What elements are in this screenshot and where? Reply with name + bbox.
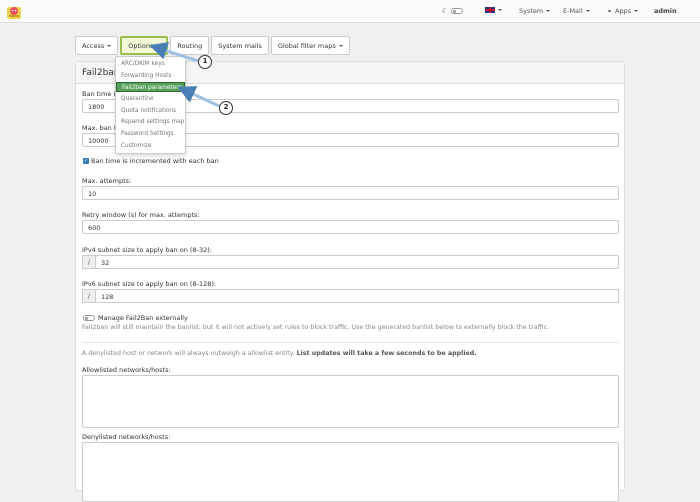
divider (82, 342, 619, 343)
incremented-label: Ban time is incremented with each ban (91, 157, 219, 165)
system-menu[interactable]: System (519, 7, 551, 15)
ipv4-input[interactable]: 32 (95, 255, 619, 269)
tab-options[interactable]: Options (120, 36, 169, 55)
chevron-down-icon (498, 9, 502, 11)
tab-system-mails-label: System mails (218, 41, 262, 50)
chevron-down-icon (156, 44, 161, 47)
tab-routing-label: Routing (177, 41, 203, 50)
ipv6-addon: / (82, 289, 96, 303)
denylist-note-bold: List updates will take a few seconds to … (296, 350, 477, 357)
email-menu[interactable]: E-Mail (563, 7, 590, 15)
menu-item-arc-dkim-keys[interactable]: ARC/DKIM keys (116, 59, 185, 69)
menu-item-quarantine[interactable]: Quarantine (116, 94, 185, 104)
tab-global-filter-maps-label: Global filter maps (277, 41, 336, 50)
chevron-down-icon (107, 44, 112, 47)
manage-externally-label: Manage Fail2Ban externally (98, 314, 188, 322)
chevron-down-icon (338, 44, 343, 47)
denylist-textarea[interactable] (82, 442, 619, 502)
denylist-note-text: A denylisted host or network will always… (82, 350, 295, 357)
uk-flag-icon (485, 7, 495, 13)
ipv4-label: IPv4 subnet size to apply ban on (8-32): (82, 246, 212, 254)
theme-toggle[interactable]: ☾ (442, 7, 464, 15)
menu-item-fail2ban-parameters[interactable]: Fail2ban parameters (116, 82, 185, 92)
retry-window-label: Retry window (s) for max. attempts: (82, 211, 200, 219)
language-dropdown[interactable] (485, 7, 502, 13)
tab-routing[interactable]: Routing (170, 36, 210, 55)
tab-access[interactable]: Access (75, 36, 119, 55)
user-name: admin (654, 7, 677, 15)
retry-window-input[interactable]: 600 (82, 220, 619, 234)
menu-item-password-settings[interactable]: Password Settings (116, 129, 185, 139)
menu-item-forwarding-hosts[interactable]: Forwarding Hosts (116, 71, 185, 81)
tab-options-label: Options (128, 41, 154, 50)
apps-menu[interactable]: ⚭ Apps (607, 7, 639, 15)
menu-item-quota-notifications[interactable]: Quota notifications (116, 106, 185, 116)
max-ban-time-label: Max. ban t (82, 124, 117, 132)
moon-icon: ☾ (442, 7, 449, 15)
email-menu-label: E-Mail (563, 7, 583, 15)
allowlist-label: Allowlisted networks/hosts: (82, 366, 171, 374)
chevron-down-icon (585, 10, 590, 12)
manage-externally-toggle[interactable] (83, 315, 95, 321)
ipv4-addon: / (82, 255, 96, 269)
menu-item-customize[interactable]: Customize (116, 141, 185, 151)
mascot-logo-icon[interactable] (7, 4, 21, 19)
chevron-down-icon (634, 10, 639, 12)
apps-menu-label: Apps (615, 7, 632, 15)
incremented-checkbox[interactable]: ✓ (83, 158, 89, 164)
denylist-note: A denylisted host or network will always… (82, 350, 477, 357)
config-tabbar: Access Options Routing System mails Glob… (75, 36, 350, 55)
denylist-label: Denylisted networks/hosts: (82, 433, 171, 441)
chevron-down-icon (546, 10, 551, 12)
ban-time-label: Ban time ( (82, 90, 116, 98)
allowlist-textarea[interactable] (82, 375, 619, 428)
ipv6-label: IPv6 subnet size to apply ban on (8-128)… (82, 280, 217, 288)
manage-externally-help: Fail2ban will still maintain the banlist… (82, 324, 550, 331)
user-menu[interactable]: admin (654, 7, 677, 15)
callout-1: 1 (198, 55, 212, 69)
system-menu-label: System (519, 7, 544, 15)
menu-item-rspamd-settings-map[interactable]: Rspamd settings map (116, 117, 185, 127)
tab-global-filter-maps[interactable]: Global filter maps (270, 36, 350, 55)
link-icon: ⚭ (607, 7, 613, 15)
callout-2: 2 (219, 101, 233, 115)
max-attempts-input[interactable]: 10 (82, 186, 619, 200)
tab-system-mails[interactable]: System mails (211, 36, 269, 55)
ipv6-input[interactable]: 128 (95, 289, 619, 303)
tab-access-label: Access (82, 41, 105, 50)
theme-switch[interactable] (451, 8, 464, 14)
max-attempts-label: Max. attempts: (82, 177, 132, 185)
top-navbar: ☾ System E-Mail ⚭ Apps admin (0, 0, 700, 23)
options-dropdown-menu: ARC/DKIM keys Forwarding Hosts Fail2ban … (115, 56, 186, 154)
